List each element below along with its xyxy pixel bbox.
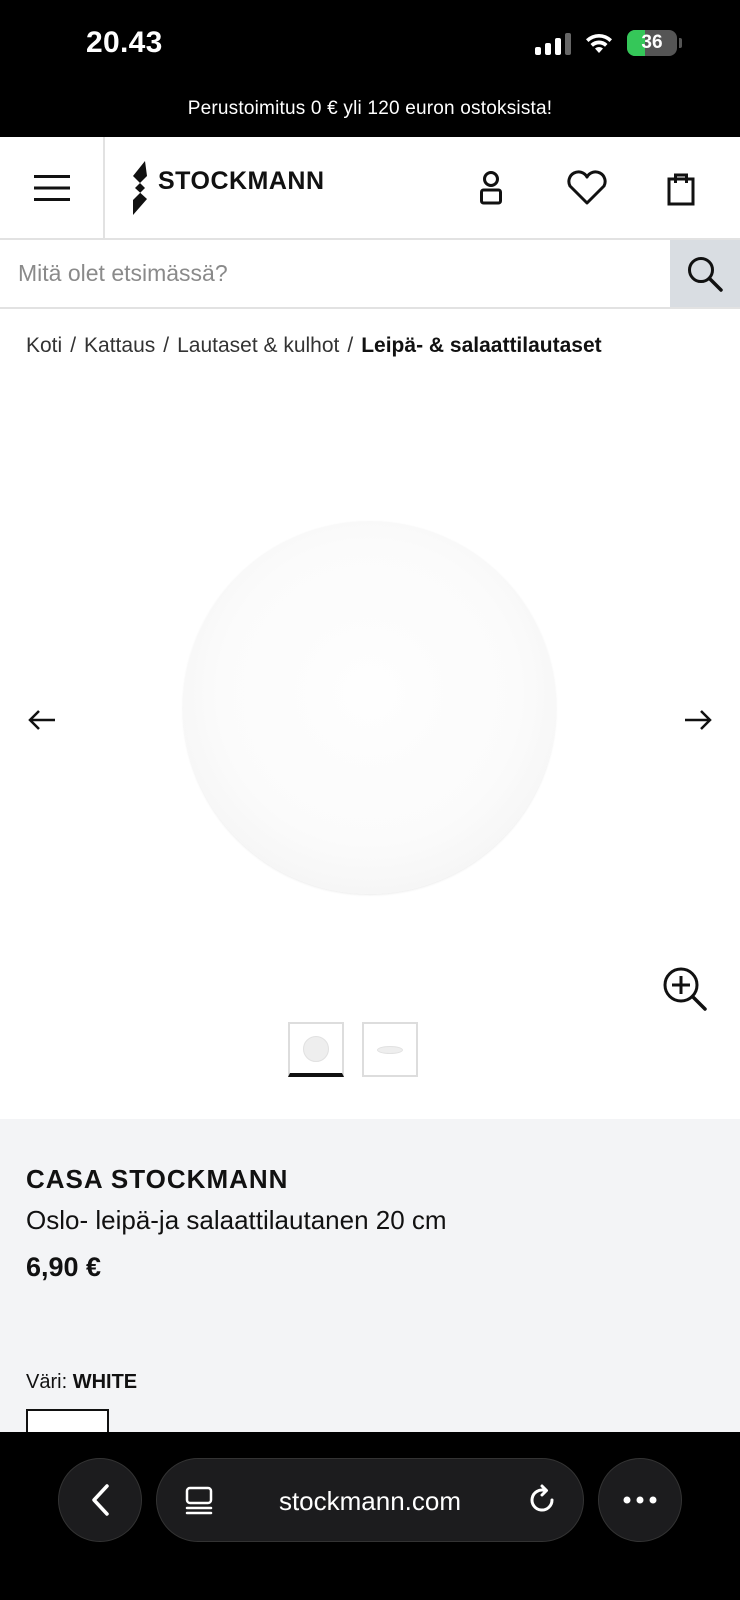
promo-text: Perustoimitus 0 € yli 120 euron ostoksis… — [187, 98, 553, 119]
next-image-button[interactable] — [678, 705, 718, 735]
color-selection-label: Väri: WHITE — [26, 1371, 137, 1394]
wishlist-button[interactable] — [564, 165, 610, 211]
breadcrumb-item-lautaset[interactable]: Lautaset & kulhot — [177, 334, 339, 358]
reload-icon[interactable] — [525, 1483, 559, 1517]
address-bar[interactable]: stockmann.com — [156, 1458, 584, 1542]
url-text: stockmann.com — [278, 1486, 462, 1516]
product-price: 6,90 € — [26, 1252, 102, 1282]
browser-back-button[interactable] — [58, 1458, 142, 1542]
thumbnail-side[interactable] — [362, 1022, 418, 1077]
wifi-icon — [586, 33, 612, 53]
battery-cap — [679, 38, 682, 48]
search-button[interactable] — [670, 240, 740, 307]
browser-more-button[interactable] — [598, 1458, 682, 1542]
search-icon — [688, 256, 723, 292]
thumbnail-front[interactable] — [288, 1022, 344, 1077]
product-name: Oslo- leipä-ja salaattilautanen 20 cm — [26, 1205, 447, 1235]
product-brand[interactable]: CASA STOCKMANN — [26, 1164, 288, 1195]
breadcrumb-item-kattaus[interactable]: Kattaus — [84, 334, 155, 358]
thumbnail-strip — [288, 1022, 418, 1077]
heart-icon — [567, 170, 607, 205]
color-value: WHITE — [72, 1371, 138, 1393]
search-bar — [0, 240, 740, 309]
menu-button[interactable] — [0, 137, 105, 238]
zoom-in-icon — [663, 967, 707, 1011]
menu-icon — [33, 174, 70, 201]
breadcrumb-separator: / — [163, 334, 170, 357]
status-time: 20.43 — [86, 26, 163, 59]
thumbnail-plate-image — [303, 1035, 329, 1062]
thumbnail-plate-side-image — [377, 1045, 403, 1054]
shopping-bag-icon — [667, 173, 695, 206]
logo-text: STOCKMANN — [158, 166, 325, 195]
search-input[interactable] — [0, 240, 670, 307]
more-dots-icon — [623, 1496, 657, 1504]
site-header: STOCKMANN — [0, 137, 740, 240]
product-gallery-section: Koti / Kattaus / Lautaset & kulhot / Lei… — [0, 309, 740, 1119]
arrow-left-icon — [28, 710, 55, 730]
browser-toolbar: stockmann.com — [0, 1432, 740, 1600]
breadcrumb-item-koti[interactable]: Koti — [26, 334, 62, 358]
cellular-signal-icon — [535, 31, 571, 55]
status-icons: 36 — [535, 30, 682, 56]
breadcrumb: Koti / Kattaus / Lautaset & kulhot / Lei… — [26, 334, 602, 358]
breadcrumb-separator: / — [70, 334, 77, 357]
arrow-right-icon — [685, 710, 712, 730]
product-image-plate[interactable] — [183, 521, 556, 894]
product-info: CASA STOCKMANN Oslo- leipä-ja salaattila… — [0, 1119, 740, 1439]
logo-mark-icon — [133, 161, 147, 215]
color-label: Väri: — [26, 1371, 68, 1393]
cart-button[interactable] — [658, 165, 704, 211]
account-icon — [480, 171, 502, 205]
zoom-button[interactable] — [660, 964, 710, 1014]
stockmann-logo[interactable]: STOCKMANN — [130, 161, 325, 215]
battery-level: 36 — [641, 32, 663, 53]
promo-banner[interactable]: Perustoimitus 0 € yli 120 euron ostoksis… — [0, 84, 740, 137]
breadcrumb-separator: / — [347, 334, 354, 357]
account-button[interactable] — [468, 165, 514, 211]
breadcrumb-current: Leipä- & salaattilautaset — [361, 334, 602, 357]
battery-icon: 36 — [627, 30, 677, 56]
status-bar: 20.43 36 — [0, 0, 740, 84]
previous-image-button[interactable] — [22, 705, 62, 735]
chevron-left-icon — [92, 1484, 109, 1516]
